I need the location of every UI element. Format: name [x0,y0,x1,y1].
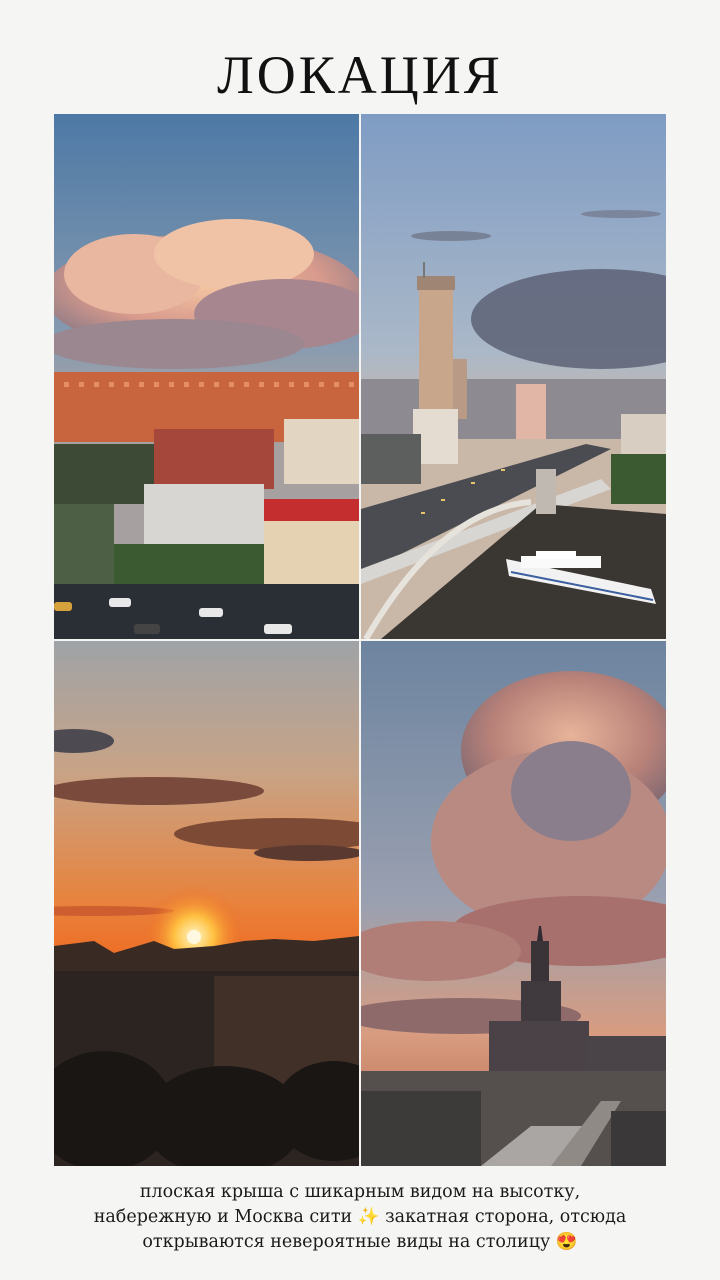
caption-text: плоская крыша с шикарным видом на высотк… [20,1180,700,1255]
photo-clouds-buildings [54,114,359,639]
photo-stalin-skyscraper [361,641,666,1166]
caption-line-2: набережную и Москва сити ✨ закатная стор… [93,1207,627,1227]
page-title: ЛОКАЦИЯ [217,45,503,105]
caption-line-3: открываются невероятные виды на столицу … [142,1232,578,1252]
photo-collage [54,114,666,1166]
photo-bridge-river [361,114,666,639]
photo-sunset [54,641,359,1166]
caption-line-1: плоская крыша с шикарным видом на высотк… [139,1182,581,1202]
